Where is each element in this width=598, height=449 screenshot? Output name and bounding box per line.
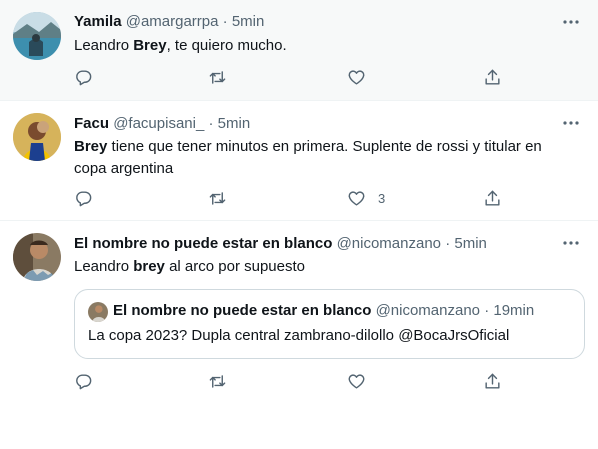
quoted-tweet[interactable]: El nombre no puede estar en blanco @nico… xyxy=(74,289,585,359)
like-count: 3 xyxy=(378,190,386,206)
quote-text: La copa 2023? Dupla central zambrano-dil… xyxy=(88,327,510,344)
more-icon[interactable] xyxy=(562,234,580,252)
timestamp[interactable]: 5min xyxy=(232,13,265,30)
author-name[interactable]: Facu xyxy=(74,115,109,132)
text-highlight: Brey xyxy=(133,37,167,54)
retweet-icon xyxy=(209,70,226,84)
like-button[interactable] xyxy=(347,371,378,391)
tweet-header: El nombre no puede estar en blanco @nico… xyxy=(74,234,578,254)
separator-dot: · xyxy=(208,115,214,132)
share-button[interactable] xyxy=(483,188,502,208)
text-segment: al arco por supuesto xyxy=(164,258,305,275)
share-button[interactable] xyxy=(483,67,502,87)
quote-header: El nombre no puede estar en blanco @nico… xyxy=(113,301,534,321)
retweet-icon xyxy=(209,374,226,388)
share-icon xyxy=(485,190,500,206)
avatar[interactable] xyxy=(13,233,61,281)
tweet-text: Brey tiene que tener minutos en primera.… xyxy=(74,136,578,180)
retweet-button[interactable] xyxy=(208,371,227,391)
retweet-button[interactable] xyxy=(208,188,227,208)
text-segment: Leandro xyxy=(74,37,134,54)
tweet[interactable]: Facu @facupisani_ · 5min Brey tiene que … xyxy=(0,101,598,221)
separator-dot: · xyxy=(222,13,228,30)
text-highlight: Brey xyxy=(74,138,108,155)
quote-author-handle: @nicomanzano xyxy=(375,302,481,319)
tweet[interactable]: Yamila @amargarrpa · 5min Leandro Brey, … xyxy=(0,0,598,101)
heart-icon xyxy=(348,69,365,85)
reply-button[interactable] xyxy=(74,371,93,391)
quote-avatar xyxy=(88,302,108,322)
author-handle[interactable]: @nicomanzano xyxy=(337,235,441,252)
retweet-icon xyxy=(209,191,226,205)
reply-button[interactable] xyxy=(74,67,93,87)
tweet-header: Yamila @amargarrpa · 5min xyxy=(74,12,578,32)
text-segment: Leandro xyxy=(74,258,134,275)
like-button[interactable]: 3 xyxy=(347,188,385,208)
author-handle[interactable]: @amargarrpa xyxy=(126,13,219,30)
quote-author-name: El nombre no puede estar en blanco xyxy=(113,302,372,319)
text-segment: tiene que tener minutos en primera. Supl… xyxy=(74,138,542,177)
avatar[interactable] xyxy=(13,113,61,161)
more-icon[interactable] xyxy=(562,114,580,132)
tweet[interactable]: El nombre no puede estar en blanco @nico… xyxy=(0,221,598,449)
author-name[interactable]: El nombre no puede estar en blanco xyxy=(74,235,332,252)
reply-icon xyxy=(76,190,92,206)
share-icon xyxy=(485,373,500,389)
author-handle[interactable]: @facupisani_ xyxy=(113,115,204,132)
avatar[interactable] xyxy=(13,12,61,60)
reply-icon xyxy=(76,373,92,389)
timestamp[interactable]: 5min xyxy=(218,115,251,132)
separator-dot: · xyxy=(484,302,490,319)
reply-button[interactable] xyxy=(74,188,93,208)
share-icon xyxy=(485,69,500,85)
timestamp[interactable]: 5min xyxy=(454,235,487,252)
tweet-header: Facu @facupisani_ · 5min xyxy=(74,114,578,134)
tweet-text: Leandro brey al arco por supuesto xyxy=(74,256,578,278)
more-icon[interactable] xyxy=(562,13,580,31)
separator-dot: · xyxy=(445,235,451,252)
quote-timestamp: 19min xyxy=(493,302,535,319)
reply-icon xyxy=(76,69,92,85)
like-button[interactable] xyxy=(347,67,378,87)
tweet-text: Leandro Brey, te quiero mucho. xyxy=(74,35,578,57)
share-button[interactable] xyxy=(483,371,502,391)
heart-icon xyxy=(348,373,365,389)
text-segment: , te quiero mucho. xyxy=(166,37,287,54)
text-highlight: brey xyxy=(133,258,165,275)
heart-icon xyxy=(348,190,365,206)
author-name[interactable]: Yamila xyxy=(74,13,122,30)
retweet-button[interactable] xyxy=(208,67,227,87)
